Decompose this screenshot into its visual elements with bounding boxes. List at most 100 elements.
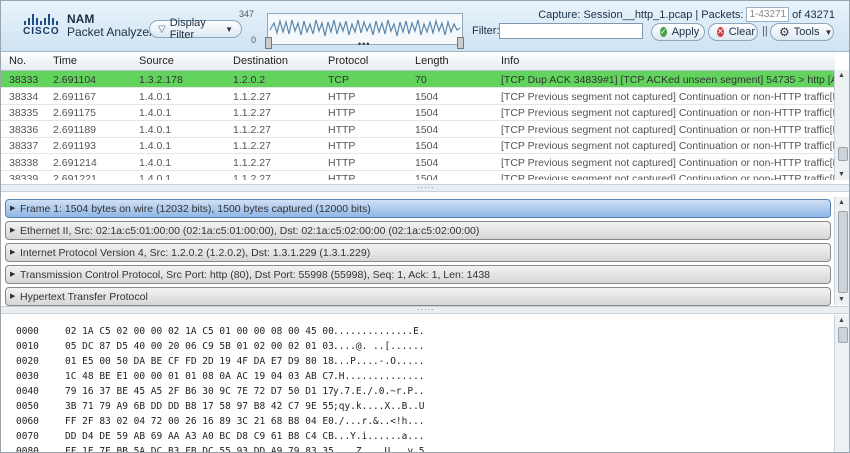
hex-ascii: ;qy.k....X..B..U — [333, 401, 425, 412]
expand-triangle-icon[interactable]: ▶ — [10, 248, 15, 256]
hex-offset: 0060 — [16, 416, 39, 427]
column-header-destination[interactable]: Destination — [233, 55, 288, 67]
check-icon: ✓ — [660, 27, 667, 37]
cell-length: 1504 — [415, 173, 439, 180]
column-header-no[interactable]: No. — [9, 55, 26, 67]
hex-row[interactable]: 0010 05 DC 87 D5 40 00 20 06 C9 5B 01 02 … — [1, 339, 835, 354]
apply-label: Apply — [671, 26, 700, 38]
column-header-time[interactable]: Time — [53, 55, 77, 67]
cell-destination: 1.1.2.27 — [233, 140, 271, 152]
cell-length: 70 — [415, 74, 427, 86]
hex-bytes: DD D4 DE 59 AB 69 AA A3 A0 BC D8 C9 61 B… — [65, 431, 334, 442]
hex-bytes: FF 2F 83 02 04 72 00 26 16 89 3C 21 68 B… — [65, 416, 334, 427]
pane-splitter-bottom[interactable]: ..... — [1, 302, 849, 314]
packet-list-table: No. Time Source Destination Protocol Len… — [1, 52, 835, 180]
table-row[interactable]: 38336 2.691189 1.4.0.1 1.1.2.27 HTTP 1504 [TCP… — [1, 121, 835, 138]
timeline-end-handle[interactable] — [457, 37, 464, 49]
expand-triangle-icon[interactable]: ▶ — [10, 204, 15, 212]
cell-destination: 1.1.2.27 — [233, 123, 271, 136]
table-row[interactable]: 38335 2.691175 1.4.0.1 1.1.2.27 HTTP 1504 [TCP… — [1, 104, 835, 121]
clear-button[interactable]: ✕ Clear — [708, 23, 758, 41]
tree-row-label: Transmission Control Protocol, Src Port:… — [20, 269, 491, 281]
cell-time: 2.691175 — [53, 107, 97, 119]
hex-row[interactable]: 0030 1C 48 BE E1 00 00 01 01 08 0A AC 19 … — [1, 369, 835, 384]
display-filter-button[interactable]: ▽ Display Filter ▼ — [149, 17, 242, 41]
hex-row[interactable]: 0050 3B 71 79 A9 6B DD DD B8 17 58 97 B8 … — [1, 399, 835, 414]
cell-protocol: HTTP — [328, 107, 356, 119]
filter-input[interactable] — [499, 23, 643, 39]
apply-button[interactable]: ✓ Apply — [651, 23, 705, 41]
scroll-up-icon[interactable]: ▲ — [838, 72, 845, 79]
timeline-max-count: 347 — [239, 9, 255, 19]
cell-length: 1504 — [415, 140, 439, 152]
cell-source: 1.4.0.1 — [139, 107, 172, 119]
expand-triangle-icon[interactable]: ▶ — [10, 226, 15, 234]
expand-triangle-icon[interactable]: ▶ — [10, 270, 15, 278]
tree-row-ethernet[interactable]: ▶ Ethernet II, Src: 02:1a:c5:01:00:00 (0… — [5, 221, 831, 240]
hex-row[interactable]: 0070 DD D4 DE 59 AB 69 AA A3 A0 BC D8 C9 … — [1, 429, 835, 444]
detail-scroll-thumb[interactable] — [838, 211, 848, 293]
table-row[interactable]: 38337 2.691193 1.4.0.1 1.1.2.27 HTTP 1504 [TCP… — [1, 137, 835, 154]
cisco-logo: CISCO — [23, 13, 59, 39]
hex-row[interactable]: 0080 FF 1E 7F BB 5A DC B3 FB DC 55 93 DD … — [1, 444, 835, 453]
cell-time: 2.691214 — [53, 156, 97, 169]
scroll-up-icon[interactable]: ▲ — [838, 317, 845, 324]
display-filter-label: Display Filter — [169, 17, 206, 41]
tree-row-tcp[interactable]: ▶ Transmission Control Protocol, Src Por… — [5, 265, 831, 284]
scroll-up-icon[interactable]: ▲ — [838, 199, 845, 206]
tree-row-frame[interactable]: ▶ Frame 1: 1504 bytes on wire (12032 bit… — [5, 199, 831, 218]
detail-scrollbar[interactable]: ▲ ▼ — [834, 197, 849, 305]
timeline-start-handle[interactable] — [265, 37, 272, 49]
tree-row-ipv4[interactable]: ▶ Internet Protocol Version 4, Src: 1.2.… — [5, 243, 831, 262]
cell-no: 38337 — [9, 140, 39, 152]
hex-offset: 0000 — [16, 326, 39, 337]
app-header: CISCO NAM Packet Analyzer ▽ Display Filt… — [1, 1, 849, 52]
scroll-down-icon[interactable]: ▼ — [838, 296, 845, 303]
cell-info: [TCP Previous segment not captured] Cont… — [501, 90, 835, 103]
table-row[interactable]: 38338 2.691214 1.4.0.1 1.1.2.27 HTTP 1504 [TCP… — [1, 154, 835, 171]
column-header-source[interactable]: Source — [139, 55, 174, 67]
tools-label: Tools — [793, 26, 820, 38]
cell-length: 1504 — [415, 107, 439, 119]
cell-protocol: HTTP — [328, 140, 356, 152]
cell-info: [TCP Previous segment not captured] Cont… — [501, 173, 835, 180]
table-row[interactable]: 38333 2.691104 1.3.2.178 1.2.0.2 TCP 70 [TCP D… — [1, 71, 835, 88]
packet-list-scroll-thumb[interactable] — [838, 147, 848, 161]
cell-destination: 1.1.2.27 — [233, 156, 271, 169]
expand-triangle-icon[interactable]: ▶ — [10, 292, 15, 300]
table-row[interactable]: 38339 2.691221 1.4.0.1 1.1.2.27 HTTP 1504 [TCP… — [1, 170, 835, 180]
cell-destination: 1.2.0.2 — [233, 74, 266, 86]
hex-row[interactable]: 0020 01 E5 00 50 DA BE CF FD 2D 19 4F DA … — [1, 354, 835, 369]
pane-splitter-top[interactable]: ..... — [1, 180, 849, 192]
timeline-grip-icon[interactable]: ••• — [358, 39, 370, 49]
cell-protocol: HTTP — [328, 90, 356, 103]
packet-range-field[interactable]: 1-43271 — [746, 7, 790, 22]
packet-timeline[interactable]: 347 0 ••• — [239, 9, 465, 49]
hex-offset: 0080 — [16, 446, 39, 453]
hex-row[interactable]: 0000 02 1A C5 02 00 00 02 1A C5 01 00 00 … — [1, 324, 835, 339]
scroll-down-icon[interactable]: ▼ — [838, 171, 845, 178]
hex-row[interactable]: 0040 79 16 37 BE 45 A5 2F B6 30 9C 7E 72 … — [1, 384, 835, 399]
cell-length: 1504 — [415, 90, 439, 103]
cisco-wordmark: CISCO — [23, 26, 60, 37]
hex-bytes: 02 1A C5 02 00 00 02 1A C5 01 00 00 08 0… — [65, 326, 334, 337]
app-title: NAM Packet Analyzer — [67, 13, 153, 39]
packet-list-scrollbar[interactable]: ▲ ▼ — [834, 70, 849, 180]
hex-scroll-thumb[interactable] — [838, 327, 848, 343]
hex-offset: 0050 — [16, 401, 39, 412]
hex-row[interactable]: 0060 FF 2F 83 02 04 72 00 26 16 89 3C 21 … — [1, 414, 835, 429]
toolbar-divider: || — [762, 25, 768, 37]
cell-source: 1.4.0.1 — [139, 90, 172, 103]
column-header-protocol[interactable]: Protocol — [328, 55, 368, 67]
cell-protocol: TCP — [328, 74, 349, 86]
table-row[interactable]: 38334 2.691167 1.4.0.1 1.1.2.27 HTTP 1504 [TCP… — [1, 88, 835, 105]
hex-scrollbar[interactable]: ▲ — [834, 315, 849, 452]
tools-menu-button[interactable]: ⚙ Tools ▼ — [770, 23, 834, 41]
hex-ascii: ./...r.&..<!h... — [333, 416, 425, 427]
cisco-bars-icon — [24, 13, 59, 25]
hex-ascii: y.7.E./.0.~r.P.. — [333, 386, 425, 397]
capture-file-label: Capture: Session__http_1.pcap | Packets: — [538, 8, 744, 21]
column-header-length[interactable]: Length — [415, 55, 449, 67]
column-header-info[interactable]: Info — [501, 55, 519, 67]
cell-info: [TCP Dup ACK 34839#1] [TCP ACKed unseen … — [501, 74, 835, 86]
